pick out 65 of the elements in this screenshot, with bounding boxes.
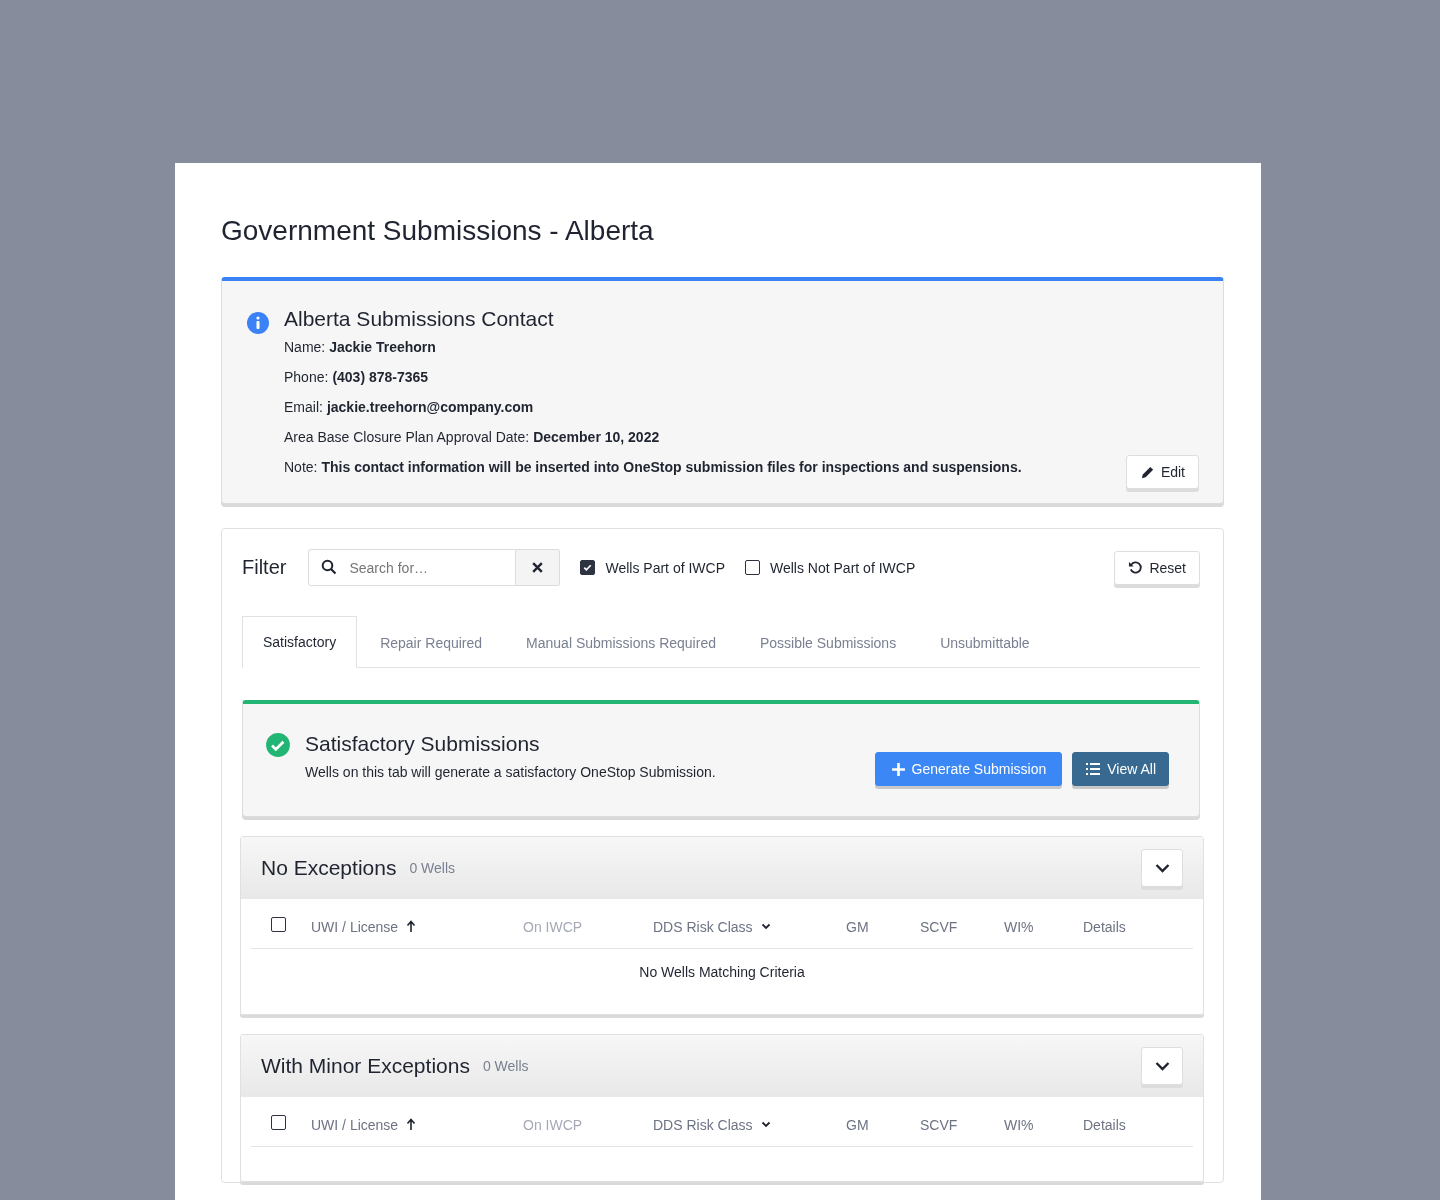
filter-label: Filter	[242, 556, 287, 579]
checkmark-icon	[582, 562, 594, 573]
generate-button[interactable]: Generate Submission	[874, 752, 1063, 786]
field-label: Name:	[284, 339, 326, 355]
field-value: Jackie Treehorn	[329, 339, 436, 355]
info-icon	[246, 311, 270, 335]
column-header[interactable]: WI%	[1004, 918, 1034, 935]
field-value: (403) 878-7365	[332, 369, 429, 385]
alert-title: Satisfactory Submissions	[305, 732, 541, 756]
expand-button[interactable]	[1141, 849, 1183, 887]
list-icon	[1085, 762, 1102, 776]
field-value: jackie.treehorn@company.com	[326, 399, 534, 415]
reset-button[interactable]: Reset	[1114, 550, 1200, 585]
well-count: 0 Wells	[482, 1058, 529, 1074]
column-header[interactable]: UWI / License	[311, 918, 417, 935]
tab[interactable]: Possible Submissions	[738, 616, 918, 668]
arrow-up-icon	[406, 920, 417, 933]
check-circle-icon	[265, 732, 291, 758]
column-header[interactable]: SCVF	[920, 1116, 958, 1133]
column-header[interactable]: SCVF	[920, 918, 958, 935]
field-label: Area Base Closure Plan Approval Date:	[284, 429, 530, 445]
expand-button[interactable]	[1141, 1047, 1183, 1085]
checkbox-label: Wells Not Part of IWCP	[770, 559, 916, 576]
column-header[interactable]: UWI / License	[311, 1116, 417, 1133]
page-title: Government Submissions - Alberta	[221, 215, 655, 247]
select-all-checkbox[interactable]	[271, 1115, 286, 1130]
tab[interactable]: Satisfactory	[242, 616, 358, 668]
checkbox[interactable]	[745, 560, 760, 575]
caret-down-icon	[760, 923, 771, 930]
field-value: December 10, 2022	[533, 429, 660, 445]
tab[interactable]: Repair Required	[359, 616, 504, 668]
field-label: Phone:	[284, 369, 329, 385]
arrow-up-icon	[406, 1118, 417, 1131]
tab[interactable]: Unsubmittable	[919, 616, 1051, 668]
chevron-down-icon	[1154, 1061, 1170, 1071]
clear-button[interactable]	[516, 549, 561, 586]
contact-title: Alberta Submissions Contact	[284, 307, 555, 331]
undo-icon	[1128, 560, 1144, 575]
checkbox[interactable]	[580, 560, 596, 575]
field-label: Note:	[284, 459, 318, 475]
column-header[interactable]: DDS Risk Class	[653, 1116, 771, 1133]
column-header[interactable]: GM	[846, 918, 869, 935]
section-title: No Exceptions	[261, 856, 397, 880]
plus-icon	[890, 761, 906, 777]
field-label: Email:	[284, 399, 323, 415]
column-header[interactable]: WI%	[1004, 1116, 1034, 1133]
chevron-down-icon	[1154, 863, 1170, 873]
empty-message: No Wells Matching Criteria	[639, 964, 805, 980]
field-value: This contact information will be inserted into OneStop submission files for inspections and suspensions.	[321, 459, 1022, 475]
well-count: 0 Wells	[409, 860, 456, 876]
select-all-checkbox[interactable]	[271, 917, 286, 932]
column-header[interactable]: DDS Risk Class	[653, 918, 771, 935]
column-header[interactable]: GM	[846, 1116, 869, 1133]
pencil-icon	[1139, 464, 1155, 480]
search-field[interactable]: Search for…	[308, 549, 517, 586]
section-title: With Minor Exceptions	[261, 1054, 470, 1078]
checkbox-label: Wells Part of IWCP	[605, 559, 725, 576]
edit-button[interactable]: Edit	[1125, 455, 1199, 489]
alert-text: Wells on this tab will generate a satisfactory OneStop Submission.	[305, 764, 716, 780]
tab[interactable]: Manual Submissions Required	[505, 616, 737, 668]
column-header[interactable]: Details	[1083, 1116, 1126, 1133]
close-icon	[531, 561, 545, 574]
caret-down-icon	[760, 1121, 771, 1128]
view-all-button[interactable]: View All	[1072, 752, 1169, 786]
column-header[interactable]: Details	[1083, 918, 1126, 935]
